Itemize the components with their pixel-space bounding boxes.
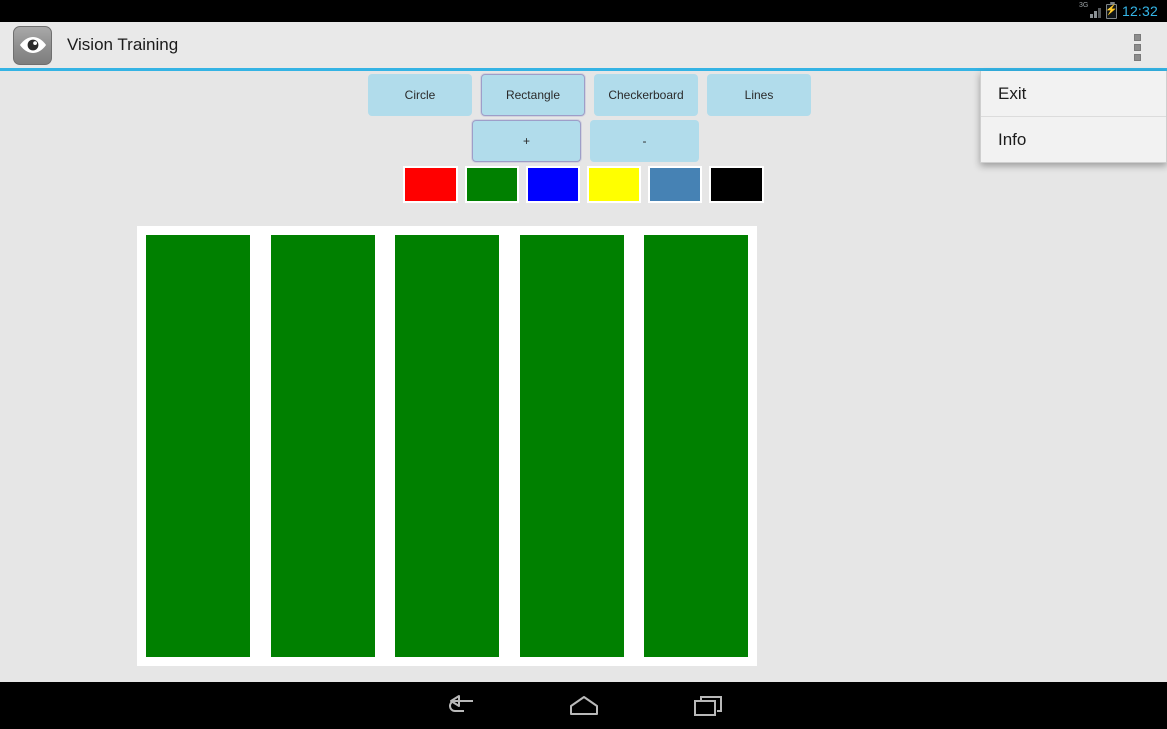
eye-icon <box>13 25 52 65</box>
menu-item-info[interactable]: Info <box>981 117 1166 162</box>
drawing-canvas[interactable] <box>137 226 757 666</box>
zoom-out-button[interactable]: - <box>590 120 699 162</box>
device-screen: 3G ⚡ 12:32 Vision Training Circle Rectan… <box>0 0 1167 729</box>
action-bar: Vision Training <box>0 22 1167 71</box>
canvas-bar <box>146 235 250 657</box>
nav-recents-button[interactable] <box>685 689 731 723</box>
status-bar-clock: 12:32 <box>1121 3 1158 19</box>
signal-3g-icon: 3G <box>1078 2 1101 19</box>
shape-button-circle[interactable]: Circle <box>368 74 472 116</box>
canvas-bar <box>270 235 375 657</box>
zoom-in-button[interactable]: + <box>472 120 581 162</box>
color-swatch-blue[interactable] <box>526 166 580 203</box>
shape-button-lines[interactable]: Lines <box>707 74 811 116</box>
canvas-bar <box>395 235 499 657</box>
canvas-bar <box>519 235 624 657</box>
shape-button-row: Circle Rectangle Checkerboard Lines <box>368 74 811 116</box>
zoom-button-row: + - <box>472 120 699 162</box>
color-swatch-steelblue[interactable] <box>648 166 702 203</box>
battery-charging-icon: ⚡ <box>1105 1 1118 19</box>
color-swatch-black[interactable] <box>709 166 764 203</box>
page-title: Vision Training <box>67 35 179 54</box>
main-content: Circle Rectangle Checkerboard Lines + - <box>0 74 1167 682</box>
signal-bars <box>1089 8 1101 18</box>
shape-button-checkerboard[interactable]: Checkerboard <box>594 74 698 116</box>
nav-home-button[interactable] <box>561 689 607 723</box>
status-bar: 3G ⚡ 12:32 <box>0 0 1167 22</box>
menu-item-exit[interactable]: Exit <box>981 71 1166 116</box>
color-swatch-green[interactable] <box>465 166 519 203</box>
overflow-menu-icon[interactable] <box>1123 33 1151 61</box>
nav-back-button[interactable] <box>437 689 483 723</box>
shape-button-rectangle[interactable]: Rectangle <box>481 74 585 116</box>
navigation-bar <box>0 682 1167 729</box>
canvas-bar <box>644 235 748 657</box>
network-type-label: 3G <box>1078 2 1089 9</box>
color-palette <box>403 166 764 203</box>
battery-bolt-glyph: ⚡ <box>1105 5 1118 16</box>
color-swatch-red[interactable] <box>403 166 458 203</box>
overflow-popup-menu: Exit Info <box>980 71 1167 163</box>
color-swatch-yellow[interactable] <box>587 166 641 203</box>
